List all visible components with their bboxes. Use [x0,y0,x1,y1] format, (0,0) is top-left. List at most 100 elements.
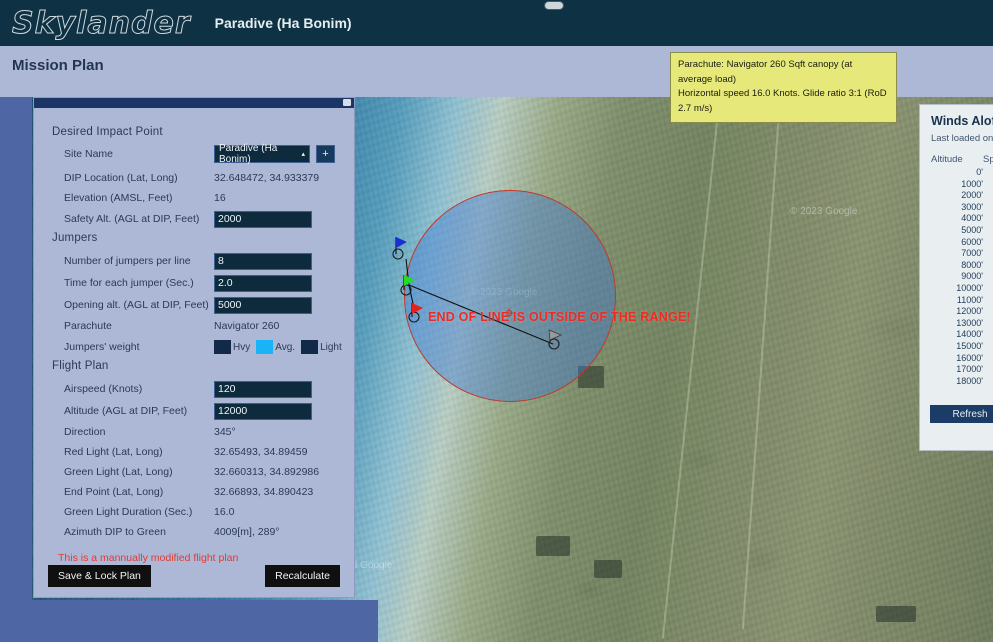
app-logo: Skylander [12,5,191,41]
refresh-winds-button[interactable]: Refresh [930,405,993,423]
label-jumper-time: Time for each jumper (Sec.) [64,277,194,289]
value-green-duration: 16.0 [214,506,235,518]
field-end-point: End Point (Lat, Long) 32.66893, 34.89042… [46,482,342,502]
group-title-dip: Desired Impact Point [52,126,163,138]
value-red-light: 32.65493, 34.89459 [214,446,308,458]
label-red-light: Red Light (Lat, Long) [64,446,163,458]
winds-altitude-row: 17000' [956,364,983,375]
label-end-point: End Point (Lat, Long) [64,486,164,498]
weight-swatch-light[interactable] [301,340,319,354]
add-site-button[interactable]: + [316,145,335,163]
label-azimuth: Azimuth DIP to Green [64,526,166,538]
weight-label-hvy: Hvy [233,341,251,353]
winds-altitude-row: 0' [976,167,983,177]
label-site-name: Site Name [64,148,114,160]
recalculate-button[interactable]: Recalculate [265,565,340,587]
field-jumper-time: Time for each jumper (Sec.) [46,272,342,294]
value-elevation: 16 [214,192,226,204]
map-field [876,606,916,622]
winds-altitude-row: 13000' [956,317,983,328]
map-field [594,560,622,578]
tooltip-line-2: Horizontal speed 16.0 Knots. Glide ratio… [678,88,887,115]
winds-altitude-row: 14000' [956,329,983,340]
field-jumpers-count: Number of jumpers per line [46,250,342,272]
winds-altitude-row: 2000' [961,190,983,201]
winds-altitude-row: 10000' [956,282,983,293]
device-notch [545,2,563,9]
map-attribution: © 2023 Google [790,206,858,217]
winds-altitude-row: 15000' [956,340,983,351]
winds-altitude-row: 6000' [961,236,983,247]
field-red-light: Red Light (Lat, Long) 32.65493, 34.89459 [46,442,342,462]
winds-aloft-title: Winds Aloft @ [931,114,993,128]
group-title-flight-plan: Flight Plan [52,360,109,372]
mission-plan-panel: Desired Impact Point Site Name Paradive … [33,97,355,598]
winds-altitude-list: 0' 1000' 2000' 3000' 4000' 5000' 6000' 7000' 800… [920,167,993,387]
jumpers-count-input[interactable] [214,252,312,270]
value-parachute: Navigator 260 [214,320,280,332]
group-title-jumpers: Jumpers [52,232,98,244]
winds-altitude-row: 9000' [961,271,983,282]
app-header: Skylander Paradive (Ha Bonim) [0,0,993,46]
panel-minimize-icon[interactable] [343,99,351,106]
label-direction: Direction [64,426,106,438]
label-green-duration: Green Light Duration (Sec.) [64,506,193,518]
winds-col-speed: Spe [983,154,993,165]
winds-altitude-row: 5000' [961,224,983,235]
app-root: © 2023 Google © 2023 Google © 2023 Googl… [0,0,993,642]
panel-body: Desired Impact Point Site Name Paradive … [34,108,354,574]
label-airspeed: Airspeed (Knots) [64,383,143,395]
winds-altitude-row: 3000' [961,201,983,212]
winds-altitude-row: 7000' [961,248,983,259]
altitude-input[interactable] [214,402,312,420]
winds-aloft-panel: Winds Aloft @ Last loaded on 1 Altitude … [919,104,993,451]
label-parachute: Parachute [64,320,112,332]
value-direction: 345° [214,426,236,438]
label-jumpers-count: Number of jumpers per line [64,255,191,267]
winds-altitude-row: 11000' [956,294,983,305]
value-azimuth: 4009[m], 289° [214,526,280,538]
jumper-time-input[interactable] [214,274,312,292]
label-elevation: Elevation (AMSL, Feet) [64,192,173,204]
panel-titlebar[interactable] [34,98,354,108]
weight-label-avg: Avg. [275,341,296,353]
manual-modification-notice: This is a mannually modified flight plan [58,552,239,564]
winds-altitude-row: 16000' [956,352,983,363]
field-airspeed: Airspeed (Knots) [46,378,342,400]
field-opening-alt: Opening alt. (AGL at DIP, Feet) [46,294,342,316]
winds-altitude-row: 1000' [961,178,983,189]
weight-swatch-avg[interactable] [256,340,274,354]
label-green-light: Green Light (Lat, Long) [64,466,173,478]
page-title: Paradive (Ha Bonim) [214,15,352,31]
label-dip-location: DIP Location (Lat, Long) [64,172,178,184]
jumpers-weight-options: Hvy Avg. Light [214,340,347,354]
parachute-tooltip: Parachute: Navigator 260 Sqft canopy (at… [670,52,897,123]
left-overlay-strip [0,97,32,642]
field-green-light: Green Light (Lat, Long) 32.660313, 34.89… [46,462,342,482]
value-green-light: 32.660313, 34.892986 [214,466,320,478]
save-lock-plan-button[interactable]: Save & Lock Plan [48,565,151,587]
winds-col-altitude: Altitude [931,154,963,165]
field-jumpers-weight: Jumpers' weight Hvy Avg. Light [46,336,342,358]
label-safety-alt: Safety Alt. (AGL at DIP, Feet) [64,213,200,225]
field-green-duration: Green Light Duration (Sec.) 16.0 [46,502,342,522]
panel-actions: Save & Lock Plan Recalculate [34,565,354,587]
field-dip-location: DIP Location (Lat, Long) 32.648472, 34.9… [46,168,342,188]
value-dip-location: 32.648472, 34.933379 [214,172,320,184]
safety-alt-input[interactable] [214,210,312,228]
airspeed-input[interactable] [214,380,312,398]
winds-altitude-row: 4000' [961,213,983,224]
bottom-overlay-strip [0,600,378,642]
field-parachute: Parachute Navigator 260 [46,316,342,336]
winds-altitude-row: 18000' [956,375,983,386]
opening-alt-input[interactable] [214,296,312,314]
label-opening-alt: Opening alt. (AGL at DIP, Feet) [64,299,209,311]
field-safety-alt: Safety Alt. (AGL at DIP, Feet) [46,208,342,230]
chevron-up-icon: ▴ [301,150,305,158]
field-direction: Direction 345° [46,422,342,442]
field-elevation: Elevation (AMSL, Feet) 16 [46,188,342,208]
weight-swatch-hvy[interactable] [214,340,231,354]
site-name-select[interactable]: Paradive (Ha Bonim) ▴ [214,143,310,165]
range-warning-label: END OF LINE IS OUTSIDE OF THE RANGE! [428,310,691,324]
field-altitude: Altitude (AGL at DIP, Feet) [46,400,342,422]
